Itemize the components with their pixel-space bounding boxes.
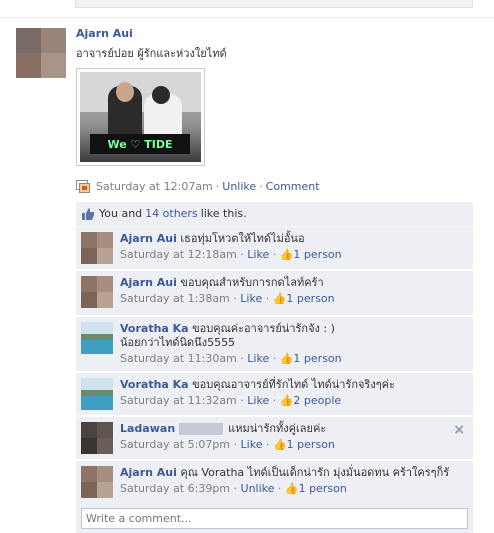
comment-text: ขอบคุณอาจารย์ที่รักไทด์ ไทด์น่ารักจริงๆค… xyxy=(192,378,395,391)
comment-text: ขอบคุณค่ะอาจารย์น่ารักจัง : ) xyxy=(192,322,335,335)
comment-time[interactable]: Saturday at 11:32am xyxy=(120,394,237,407)
comment-time[interactable]: Saturday at 11:30am xyxy=(120,352,237,365)
comment-item: Ladawan แหมน่ารักทั้งคู่เลยค่ะ Saturday … xyxy=(76,417,473,460)
comment-item: Ajarn Aui ขอบคุณสำหรับการกดไลท์คร้า Satu… xyxy=(76,271,473,316)
comment-like-count-text: 1 person xyxy=(298,482,347,495)
comment-like-link[interactable]: Like xyxy=(241,438,263,451)
comment-text: แหมน่ารักทั้งคู่เลยค่ะ xyxy=(228,422,327,435)
comment-like-link[interactable]: Like xyxy=(247,394,269,407)
photo-sign: We ♡ TIDE xyxy=(90,134,190,154)
thumbs-up-icon: 👍 xyxy=(272,438,287,451)
comment-author[interactable]: Voratha Ka xyxy=(120,322,189,335)
comment-like-count-text: 1 person xyxy=(293,352,342,365)
comment-like-count[interactable]: 👍1 person xyxy=(273,292,335,305)
comment-time[interactable]: Saturday at 1:38am xyxy=(120,292,230,305)
comment-like-count-text: 1 person xyxy=(286,292,335,305)
likes-you: You and xyxy=(99,207,143,220)
separator: · xyxy=(259,180,263,193)
post-meta: Saturday at 12:07am · Unlike · Comment xyxy=(76,180,320,193)
previous-post-box xyxy=(75,0,473,8)
comment-avatar[interactable] xyxy=(81,378,113,410)
thumbs-up-icon: 👍 xyxy=(272,292,287,305)
comment-author[interactable]: Ladawan xyxy=(120,422,175,435)
post-timestamp[interactable]: Saturday at 12:07am xyxy=(96,180,213,193)
comment-like-link[interactable]: Like xyxy=(247,352,269,365)
thumbs-up-icon: 👍 xyxy=(284,482,299,495)
comment-like-count-text: 1 person xyxy=(293,248,342,261)
comment-avatar[interactable] xyxy=(81,232,113,264)
post-photo[interactable]: We ♡ TIDE xyxy=(76,68,205,166)
comment-like-count[interactable]: 👍1 person xyxy=(280,248,342,261)
comment-author[interactable]: Ajarn Aui xyxy=(120,276,177,289)
thumbs-up-icon: 👍 xyxy=(279,248,294,261)
comment-avatar[interactable] xyxy=(81,276,113,308)
unlike-link[interactable]: Unlike xyxy=(222,180,256,193)
comment-text: ขอบคุณสำหรับการกดไลท์คร้า xyxy=(180,276,324,289)
comment-link[interactable]: Comment xyxy=(266,180,320,193)
comment-text: เธอทุ่มโหวตให้ไทด์ไม่อั้นอ xyxy=(180,232,305,245)
comment-avatar[interactable] xyxy=(81,322,113,354)
comment-like-count-text: 1 person xyxy=(286,438,335,451)
thumbs-up-icon xyxy=(82,207,95,220)
comment-like-count[interactable]: 👍1 person xyxy=(280,352,342,365)
comment-avatar[interactable] xyxy=(81,422,113,454)
comment-item: Ajarn Aui เธอทุ่มโหวตให้ไทด์ไม่อั้นอ Sat… xyxy=(76,227,473,270)
write-comment-input[interactable] xyxy=(81,508,468,529)
thumbs-up-icon: 👍 xyxy=(279,352,294,365)
redacted-name xyxy=(178,423,223,435)
post-author[interactable]: Ajarn Aui xyxy=(76,27,133,40)
write-comment-area xyxy=(76,503,473,533)
comment-time[interactable]: Saturday at 6:39pm xyxy=(120,482,230,495)
post-text: อาจารย์ปอย ผู้รักและห่วงใยไทด์ xyxy=(76,47,227,60)
comment-like-count[interactable]: 👍2 people xyxy=(280,394,341,407)
likes-others-link[interactable]: 14 others xyxy=(145,207,198,220)
comment-text-line2: น้อยกว่าไทด์นิดนึง5555 xyxy=(120,336,236,349)
comment-author[interactable]: Voratha Ka xyxy=(120,378,189,391)
comment-like-link[interactable]: Unlike xyxy=(241,482,275,495)
comment-like-link[interactable]: Like xyxy=(240,292,262,305)
comment-avatar[interactable] xyxy=(81,466,113,498)
avatar[interactable] xyxy=(16,28,66,78)
comment-like-link[interactable]: Like xyxy=(247,248,269,261)
comment-like-count[interactable]: 👍1 person xyxy=(273,438,335,451)
separator: · xyxy=(215,180,220,193)
comment-time[interactable]: Saturday at 5:07pm xyxy=(120,438,230,451)
comment-item: Voratha Ka ขอบคุณค่ะอาจารย์น่ารักจัง : )… xyxy=(76,317,473,372)
photo-image: We ♡ TIDE xyxy=(80,72,201,162)
comment-like-count-text: 2 people xyxy=(293,394,342,407)
photo-icon xyxy=(76,180,90,193)
remove-comment-button[interactable]: × xyxy=(453,422,465,438)
thumbs-up-icon: 👍 xyxy=(279,394,294,407)
comment-item: Voratha Ka ขอบคุณอาจารย์ที่รักไทด์ ไทด์น… xyxy=(76,373,473,416)
comment-like-count[interactable]: 👍1 person xyxy=(285,482,347,495)
comment-author[interactable]: Ajarn Aui xyxy=(120,232,177,245)
comment-text: คุณ Voratha ไทด์เป็นเด็กน่ารัก มุ่งมั่นอ… xyxy=(180,466,450,479)
comment-item: Ajarn Aui คุณ Voratha ไทด์เป็นเด็กน่ารัก… xyxy=(76,461,473,504)
comment-author[interactable]: Ajarn Aui xyxy=(120,466,177,479)
likes-summary: You and 14 others like this. xyxy=(76,202,473,226)
likes-suffix: like this. xyxy=(200,207,247,220)
divider xyxy=(0,17,494,18)
comment-time[interactable]: Saturday at 12:18am xyxy=(120,248,237,261)
